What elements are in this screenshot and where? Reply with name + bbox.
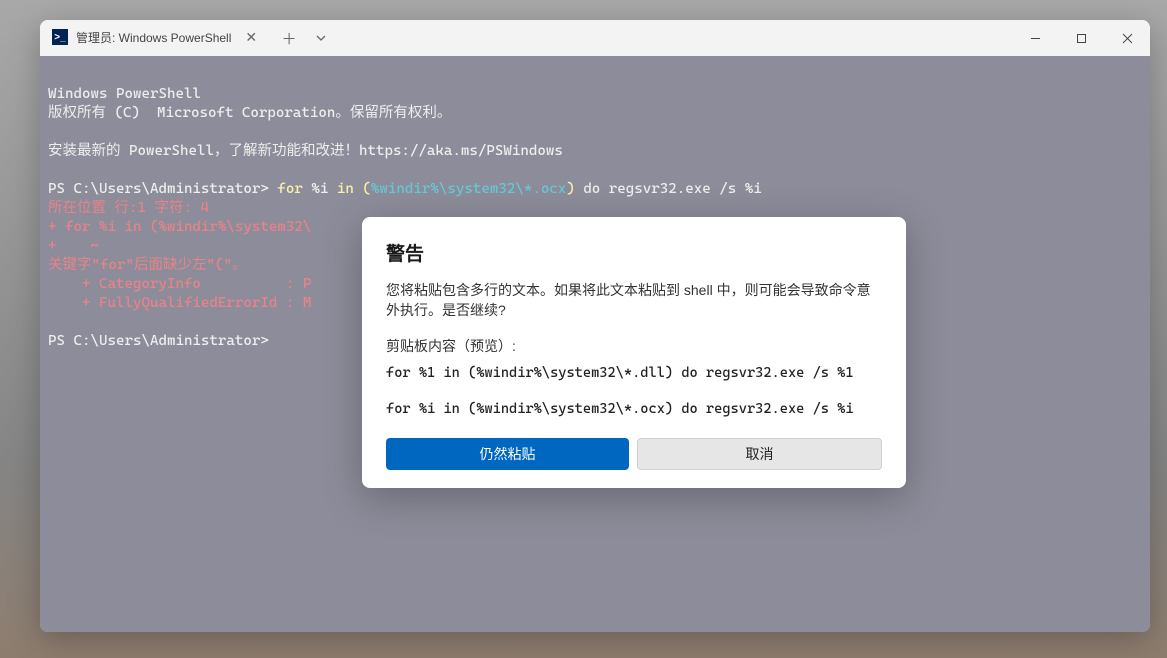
cmd-keyword: in bbox=[337, 181, 363, 197]
close-window-button[interactable] bbox=[1104, 20, 1150, 56]
powershell-icon: >_ bbox=[52, 29, 68, 45]
error-line: + ~ bbox=[48, 238, 99, 254]
dialog-body: 您将粘贴包含多行的文本。如果将此文本粘贴到 shell 中，则可能会导致命令意外… bbox=[386, 280, 882, 320]
terminal-line: 版权所有 (C) Microsoft Corporation。保留所有权利。 bbox=[48, 105, 451, 121]
paste-warning-dialog: 警告 您将粘贴包含多行的文本。如果将此文本粘贴到 shell 中，则可能会导致命… bbox=[362, 217, 906, 488]
cmd-keyword: for bbox=[277, 181, 311, 197]
prompt-text: PS C:\Users\Administrator> bbox=[48, 333, 269, 349]
clipboard-preview-label: 剪贴板内容（预览）: bbox=[386, 336, 882, 356]
terminal-line: Windows PowerShell bbox=[48, 86, 201, 102]
cmd-text: do regsvr32.exe /s %i bbox=[583, 181, 761, 197]
terminal-line: 安装最新的 PowerShell，了解新功能和改进！https://aka.ms… bbox=[48, 143, 563, 159]
minimize-button[interactable] bbox=[1012, 20, 1058, 56]
error-line: + for %i in (%windir%\system32\ bbox=[48, 219, 311, 235]
close-tab-icon[interactable]: ✕ bbox=[239, 29, 263, 46]
cmd-text: %i bbox=[311, 181, 337, 197]
preview-line: for %1 in (%windir%\system32\*.dll) do r… bbox=[386, 365, 854, 381]
error-line: 所在位置 行:1 字符: 4 bbox=[48, 200, 209, 216]
cmd-path: %windir%\system32\*.ocx bbox=[371, 181, 566, 197]
tab-powershell[interactable]: >_ 管理员: Windows PowerShell ✕ bbox=[40, 20, 273, 56]
tab-dropdown-icon[interactable] bbox=[305, 20, 337, 56]
paste-anyway-button[interactable]: 仍然粘贴 bbox=[386, 438, 629, 470]
cmd-text: ( bbox=[362, 181, 371, 197]
dialog-title: 警告 bbox=[386, 239, 882, 266]
error-line: 关键字"for"后面缺少左"("。 bbox=[48, 257, 246, 273]
dialog-buttons: 仍然粘贴 取消 bbox=[386, 438, 882, 470]
cancel-button[interactable]: 取消 bbox=[637, 438, 882, 470]
maximize-button[interactable] bbox=[1058, 20, 1104, 56]
cmd-text: ) bbox=[566, 181, 583, 197]
new-tab-button[interactable]: ＋ bbox=[273, 20, 305, 56]
prompt-text: PS C:\Users\Administrator> bbox=[48, 181, 277, 197]
app-window: >_ 管理员: Windows PowerShell ✕ ＋ Windows P… bbox=[40, 20, 1150, 632]
clipboard-preview: for %1 in (%windir%\system32\*.dll) do r… bbox=[386, 364, 882, 418]
titlebar: >_ 管理员: Windows PowerShell ✕ ＋ bbox=[40, 20, 1150, 56]
error-line: + CategoryInfo : P bbox=[48, 276, 311, 292]
tab-title: 管理员: Windows PowerShell bbox=[76, 29, 231, 46]
error-line: + FullyQualifiedErrorId : M bbox=[48, 295, 311, 311]
preview-line: for %i in (%windir%\system32\*.ocx) do r… bbox=[386, 401, 854, 417]
